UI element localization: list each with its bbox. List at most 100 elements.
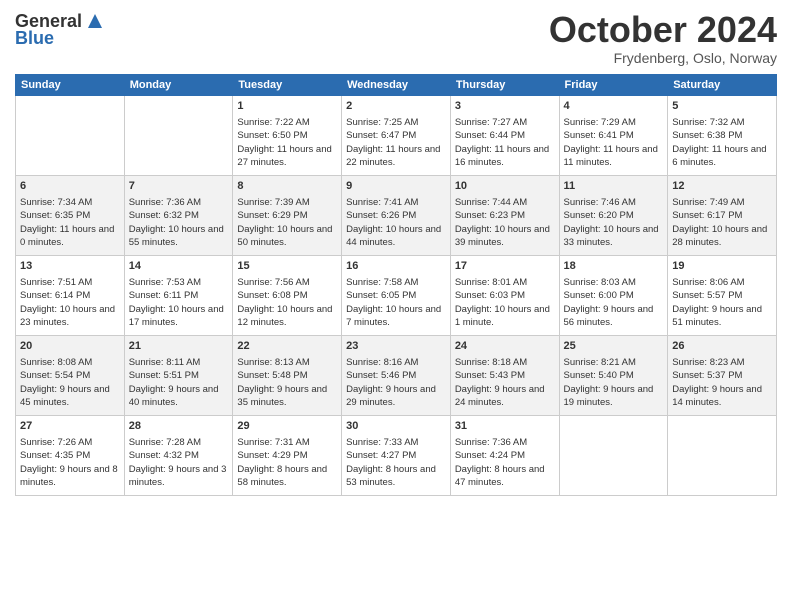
daylight-text: Daylight: 9 hours and 8 minutes. <box>20 464 118 488</box>
calendar-cell: 8Sunrise: 7:39 AMSunset: 6:29 PMDaylight… <box>233 175 342 255</box>
daylight-text: Daylight: 10 hours and 28 minutes. <box>672 224 767 248</box>
weekday-friday: Friday <box>559 74 668 95</box>
sunrise-text: Sunrise: 7:33 AM <box>346 437 418 448</box>
calendar-cell <box>668 415 777 495</box>
sunset-text: Sunset: 6:20 PM <box>564 210 634 221</box>
sunset-text: Sunset: 6:00 PM <box>564 290 634 301</box>
day-number: 22 <box>237 339 337 354</box>
calendar-cell: 23Sunrise: 8:16 AMSunset: 5:46 PMDayligh… <box>342 335 451 415</box>
calendar-cell: 9Sunrise: 7:41 AMSunset: 6:26 PMDaylight… <box>342 175 451 255</box>
daylight-text: Daylight: 8 hours and 47 minutes. <box>455 464 545 488</box>
sunset-text: Sunset: 5:54 PM <box>20 370 90 381</box>
daylight-text: Daylight: 11 hours and 22 minutes. <box>346 144 440 168</box>
sunset-text: Sunset: 6:23 PM <box>455 210 525 221</box>
sunset-text: Sunset: 5:46 PM <box>346 370 416 381</box>
daylight-text: Daylight: 11 hours and 16 minutes. <box>455 144 549 168</box>
sunset-text: Sunset: 6:32 PM <box>129 210 199 221</box>
day-number: 30 <box>346 419 446 434</box>
calendar-cell: 5Sunrise: 7:32 AMSunset: 6:38 PMDaylight… <box>668 95 777 175</box>
day-number: 17 <box>455 259 555 274</box>
day-number: 15 <box>237 259 337 274</box>
sunrise-text: Sunrise: 8:18 AM <box>455 357 527 368</box>
day-number: 28 <box>129 419 229 434</box>
sunset-text: Sunset: 6:05 PM <box>346 290 416 301</box>
sunrise-text: Sunrise: 8:21 AM <box>564 357 636 368</box>
calendar-cell: 21Sunrise: 8:11 AMSunset: 5:51 PMDayligh… <box>124 335 233 415</box>
calendar-week-1: 1Sunrise: 7:22 AMSunset: 6:50 PMDaylight… <box>16 95 777 175</box>
calendar-cell: 18Sunrise: 8:03 AMSunset: 6:00 PMDayligh… <box>559 255 668 335</box>
day-number: 6 <box>20 179 120 194</box>
daylight-text: Daylight: 10 hours and 39 minutes. <box>455 224 550 248</box>
daylight-text: Daylight: 11 hours and 27 minutes. <box>237 144 331 168</box>
calendar-cell: 11Sunrise: 7:46 AMSunset: 6:20 PMDayligh… <box>559 175 668 255</box>
day-number: 24 <box>455 339 555 354</box>
sunset-text: Sunset: 5:43 PM <box>455 370 525 381</box>
calendar-cell: 29Sunrise: 7:31 AMSunset: 4:29 PMDayligh… <box>233 415 342 495</box>
daylight-text: Daylight: 10 hours and 17 minutes. <box>129 304 224 328</box>
sunset-text: Sunset: 5:40 PM <box>564 370 634 381</box>
daylight-text: Daylight: 9 hours and 3 minutes. <box>129 464 227 488</box>
sunrise-text: Sunrise: 7:41 AM <box>346 197 418 208</box>
calendar-week-4: 20 Sunrise: 8:08 AM Sunset: 5:54 PM Dayligh… <box>16 335 777 415</box>
sunrise-text: Sunrise: 7:39 AM <box>237 197 309 208</box>
sunset-text: Sunset: 5:51 PM <box>129 370 199 381</box>
daylight-text: Daylight: 10 hours and 55 minutes. <box>129 224 224 248</box>
sunrise-text: Sunrise: 7:49 AM <box>672 197 744 208</box>
title-block: October 2024 Frydenberg, Oslo, Norway <box>549 10 777 66</box>
calendar-cell: 26Sunrise: 8:23 AMSunset: 5:37 PMDayligh… <box>668 335 777 415</box>
day-number: 19 <box>672 259 772 274</box>
sunrise-text: Sunrise: 8:01 AM <box>455 277 527 288</box>
day-number: 16 <box>346 259 446 274</box>
day-number: 20 <box>20 339 120 354</box>
sunset-text: Sunset: 4:29 PM <box>237 450 307 461</box>
calendar-cell: 24Sunrise: 8:18 AMSunset: 5:43 PMDayligh… <box>450 335 559 415</box>
daylight-text: Daylight: 10 hours and 23 minutes. <box>20 304 115 328</box>
day-number: 9 <box>346 179 446 194</box>
daylight-text: Daylight: 10 hours and 50 minutes. <box>237 224 332 248</box>
sunset-text: Sunset: 6:41 PM <box>564 130 634 141</box>
month-title: October 2024 <box>549 10 777 50</box>
header: General Blue October 2024 Frydenberg, Os… <box>15 10 777 66</box>
daylight-text: Daylight: 10 hours and 1 minute. <box>455 304 550 328</box>
calendar-cell: 16Sunrise: 7:58 AMSunset: 6:05 PMDayligh… <box>342 255 451 335</box>
day-number: 7 <box>129 179 229 194</box>
sunset-text: Sunset: 6:47 PM <box>346 130 416 141</box>
sunrise-text: Sunrise: 8:08 AM <box>20 357 92 368</box>
weekday-header-row: SundayMondayTuesdayWednesdayThursdayFrid… <box>16 74 777 95</box>
calendar-cell: 12Sunrise: 7:49 AMSunset: 6:17 PMDayligh… <box>668 175 777 255</box>
calendar-week-5: 27Sunrise: 7:26 AMSunset: 4:35 PMDayligh… <box>16 415 777 495</box>
location: Frydenberg, Oslo, Norway <box>549 50 777 66</box>
sunrise-text: Sunrise: 7:56 AM <box>237 277 309 288</box>
sunset-text: Sunset: 6:03 PM <box>455 290 525 301</box>
calendar-cell: 7 Sunrise: 7:36 AM Sunset: 6:32 PM Daylight… <box>124 175 233 255</box>
sunrise-text: Sunrise: 7:31 AM <box>237 437 309 448</box>
weekday-thursday: Thursday <box>450 74 559 95</box>
table-header: SundayMondayTuesdayWednesdayThursdayFrid… <box>16 74 777 95</box>
calendar-body: 1Sunrise: 7:22 AMSunset: 6:50 PMDaylight… <box>16 95 777 495</box>
sunrise-text: Sunrise: 8:11 AM <box>129 357 201 368</box>
calendar-container: General Blue October 2024 Frydenberg, Os… <box>0 0 792 612</box>
daylight-text: Daylight: 10 hours and 12 minutes. <box>237 304 332 328</box>
sunset-text: Sunset: 4:35 PM <box>20 450 90 461</box>
sunset-text: Sunset: 6:38 PM <box>672 130 742 141</box>
daylight-text: Daylight: 9 hours and 51 minutes. <box>672 304 762 328</box>
calendar-cell: 27Sunrise: 7:26 AMSunset: 4:35 PMDayligh… <box>16 415 125 495</box>
calendar-week-2: 6Sunrise: 7:34 AMSunset: 6:35 PMDaylight… <box>16 175 777 255</box>
day-number: 11 <box>564 179 664 194</box>
calendar-cell: 31Sunrise: 7:36 AMSunset: 4:24 PMDayligh… <box>450 415 559 495</box>
sunrise-text: Sunrise: 7:51 AM <box>20 277 92 288</box>
sunrise-text: Sunrise: 7:44 AM <box>455 197 527 208</box>
day-number: 14 <box>129 259 229 274</box>
daylight-text: Daylight: 9 hours and 56 minutes. <box>564 304 654 328</box>
day-number: 5 <box>672 99 772 114</box>
sunrise-text: Sunrise: 7:36 AM <box>129 197 201 208</box>
daylight-text: Daylight: 9 hours and 45 minutes. <box>20 384 110 408</box>
daylight-text: Daylight: 8 hours and 53 minutes. <box>346 464 436 488</box>
calendar-table: SundayMondayTuesdayWednesdayThursdayFrid… <box>15 74 777 496</box>
weekday-sunday: Sunday <box>16 74 125 95</box>
calendar-cell: 1Sunrise: 7:22 AMSunset: 6:50 PMDaylight… <box>233 95 342 175</box>
daylight-text: Daylight: 9 hours and 40 minutes. <box>129 384 219 408</box>
calendar-cell: 30Sunrise: 7:33 AMSunset: 4:27 PMDayligh… <box>342 415 451 495</box>
sunset-text: Sunset: 5:37 PM <box>672 370 742 381</box>
sunrise-text: Sunrise: 8:13 AM <box>237 357 309 368</box>
